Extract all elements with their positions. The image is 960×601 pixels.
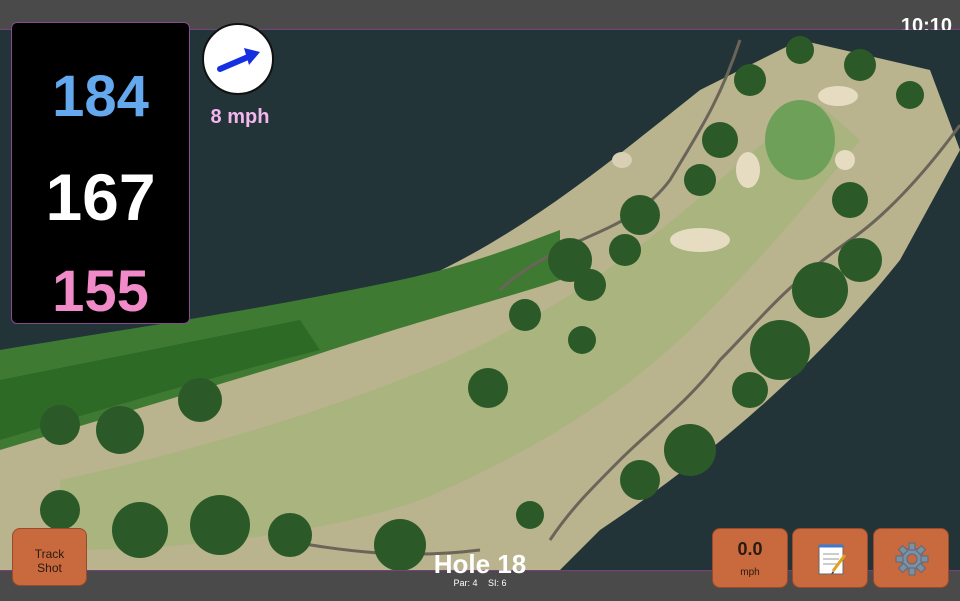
notepad-icon [818,544,847,575]
wind-indicator[interactable] [202,23,274,95]
hole-info: Par: 4 SI: 6 [380,578,580,588]
hole-stroke-index: SI: 6 [488,578,507,588]
hole-title: Hole 18 [433,549,527,579]
speed-unit: mph [740,567,760,578]
speed-value: 0.0 [737,539,763,559]
notes-button[interactable] [792,528,868,588]
track-shot-label-1: Track [34,547,65,561]
track-shot-button[interactable]: Track Shot [12,528,87,586]
distance-middle: 167 [45,160,156,234]
distance-front: 155 [52,259,149,324]
wind-speed: 8 mph [210,106,270,128]
gear-icon [895,542,929,576]
distance-back: 184 [52,64,149,129]
speed-button[interactable]: 0.0 mph [712,528,788,588]
hole-par: Par: 4 [453,578,478,588]
wind-direction-arrow-icon [217,48,260,72]
distance-panel: 184 167 155 [11,22,190,324]
track-shot-label-2: Shot [37,561,62,575]
settings-button[interactable] [873,528,949,588]
